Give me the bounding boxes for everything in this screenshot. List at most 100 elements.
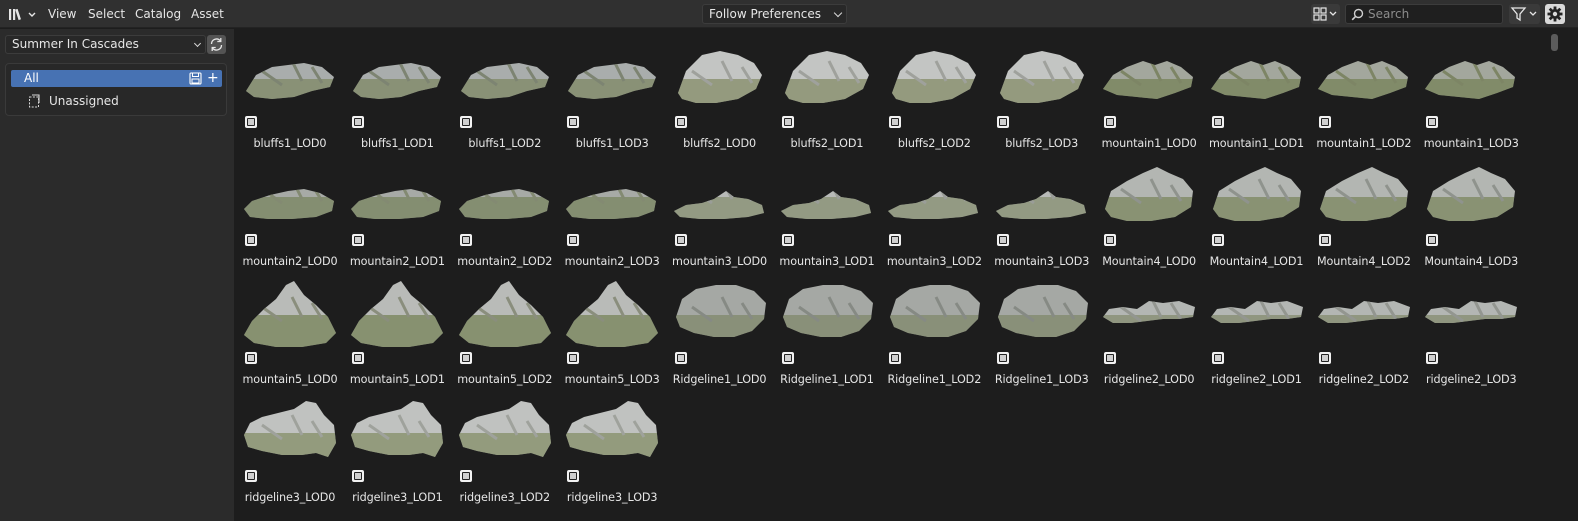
- asset-tile[interactable]: ridgeline2_LOD2: [1314, 271, 1414, 386]
- object-type-icon: [245, 352, 257, 364]
- asset-tile[interactable]: mountain5_LOD1: [347, 271, 447, 386]
- terrain-thumbnail-image: [1319, 167, 1408, 221]
- asset-tile[interactable]: mountain2_LOD0: [240, 153, 340, 268]
- object-type-icon: [352, 470, 365, 482]
- asset-tile[interactable]: mountain5_LOD0: [240, 271, 340, 386]
- asset-thumbnail: [672, 41, 768, 111]
- add-catalog-icon[interactable]: +: [207, 70, 219, 86]
- terrain-thumbnail-image: [244, 401, 336, 457]
- asset-tile[interactable]: Ridgeline1_LOD3: [992, 271, 1092, 386]
- menu-asset[interactable]: Asset: [187, 4, 228, 24]
- asset-tile[interactable]: mountain5_LOD2: [455, 271, 555, 386]
- asset-thumbnail: [349, 277, 445, 347]
- asset-tile[interactable]: ridgeline2_LOD3: [1421, 271, 1521, 386]
- asset-tile[interactable]: bluffs2_LOD0: [670, 35, 770, 150]
- asset-tile[interactable]: Ridgeline1_LOD2: [884, 271, 984, 386]
- vertical-scrollbar[interactable]: [1551, 34, 1558, 51]
- asset-tile[interactable]: mountain1_LOD3: [1421, 35, 1521, 150]
- asset-name: mountain2_LOD1: [349, 255, 445, 268]
- asset-tile[interactable]: Mountain4_LOD1: [1207, 153, 1307, 268]
- editor-type-button[interactable]: [5, 4, 37, 24]
- menu-catalog[interactable]: Catalog: [131, 4, 185, 24]
- funnel-icon: [1510, 7, 1537, 22]
- import-method-label: Follow Preferences: [709, 7, 822, 21]
- terrain-thumbnail-image: [1425, 301, 1518, 323]
- asset-tile[interactable]: mountain1_LOD1: [1207, 35, 1307, 150]
- asset-name: ridgeline3_LOD1: [352, 491, 443, 504]
- import-method-dropdown[interactable]: Follow Preferences: [702, 4, 847, 24]
- terrain-thumbnail-image: [353, 63, 442, 99]
- asset-tile[interactable]: mountain1_LOD0: [1099, 35, 1199, 150]
- asset-tile[interactable]: Ridgeline1_LOD0: [670, 271, 770, 386]
- asset-thumbnail: [349, 395, 445, 465]
- asset-tile[interactable]: mountain2_LOD2: [455, 153, 555, 268]
- asset-tile[interactable]: ridgeline3_LOD1: [347, 389, 447, 504]
- menu-select[interactable]: Select: [84, 4, 129, 24]
- terrain-thumbnail-image: [673, 191, 764, 219]
- object-type-icon: [674, 352, 687, 364]
- asset-tile[interactable]: ridgeline2_LOD1: [1207, 271, 1307, 386]
- asset-thumbnail: [242, 159, 338, 229]
- asset-tile[interactable]: bluffs1_LOD3: [562, 35, 662, 150]
- search-input[interactable]: [1368, 6, 1498, 22]
- catalog-item-label: All: [24, 71, 39, 85]
- asset-tile[interactable]: bluffs2_LOD1: [777, 35, 877, 150]
- object-type-icon: [674, 116, 687, 128]
- filter-button[interactable]: [1509, 4, 1540, 24]
- object-type-icon: [459, 116, 472, 128]
- asset-thumbnail: [1316, 41, 1412, 111]
- asset-tile[interactable]: bluffs1_LOD0: [240, 35, 340, 150]
- object-type-icon: [996, 116, 1009, 128]
- asset-name: mountain3_LOD0: [672, 255, 768, 268]
- terrain-thumbnail-image: [460, 63, 549, 99]
- object-type-icon: [674, 234, 687, 246]
- asset-tile[interactable]: mountain3_LOD3: [992, 153, 1092, 268]
- terrain-thumbnail-image: [1425, 61, 1516, 99]
- object-type-icon: [889, 352, 902, 364]
- asset-tile[interactable]: mountain2_LOD3: [562, 153, 662, 268]
- catalog-item-all[interactable]: All +: [11, 70, 222, 87]
- asset-tile[interactable]: Mountain4_LOD0: [1099, 153, 1199, 268]
- terrain-thumbnail-image: [351, 281, 444, 347]
- terrain-thumbnail-image: [244, 281, 336, 347]
- asset-thumbnail: [457, 159, 553, 229]
- terrain-thumbnail-image: [351, 401, 444, 457]
- asset-tile[interactable]: Mountain4_LOD2: [1314, 153, 1414, 268]
- asset-tile[interactable]: mountain3_LOD2: [884, 153, 984, 268]
- asset-tile[interactable]: ridgeline3_LOD3: [562, 389, 662, 504]
- asset-thumbnail: [779, 41, 875, 111]
- asset-library-dropdown[interactable]: Summer In Cascades: [5, 35, 206, 54]
- search-icon: [1351, 8, 1364, 21]
- object-type-icon: [889, 116, 902, 128]
- asset-name: Mountain4_LOD3: [1424, 255, 1519, 268]
- asset-tile[interactable]: mountain5_LOD3: [562, 271, 662, 386]
- asset-tile[interactable]: ridgeline3_LOD2: [455, 389, 555, 504]
- asset-tile[interactable]: mountain3_LOD0: [670, 153, 770, 268]
- asset-tile[interactable]: ridgeline3_LOD0: [240, 389, 340, 504]
- refresh-library-button[interactable]: [207, 35, 226, 54]
- asset-name: bluffs2_LOD1: [790, 137, 864, 150]
- asset-name: mountain5_LOD3: [564, 373, 660, 386]
- settings-button[interactable]: [1545, 4, 1565, 24]
- asset-thumbnail: [886, 159, 982, 229]
- menu-view[interactable]: View: [44, 4, 80, 24]
- catalog-item-unassigned[interactable]: Unassigned: [11, 92, 222, 110]
- terrain-thumbnail-image: [458, 189, 549, 219]
- asset-tile[interactable]: ridgeline2_LOD0: [1099, 271, 1199, 386]
- asset-tile[interactable]: mountain1_LOD2: [1314, 35, 1414, 150]
- asset-tile[interactable]: bluffs1_LOD1: [347, 35, 447, 150]
- save-icon[interactable]: [189, 72, 202, 85]
- asset-name: mountain3_LOD3: [994, 255, 1090, 268]
- asset-tile[interactable]: Ridgeline1_LOD1: [777, 271, 877, 386]
- display-mode-button[interactable]: [1311, 4, 1340, 24]
- asset-tile[interactable]: Mountain4_LOD3: [1421, 153, 1521, 268]
- asset-tile[interactable]: bluffs2_LOD2: [884, 35, 984, 150]
- asset-tile[interactable]: mountain3_LOD1: [777, 153, 877, 268]
- object-type-icon: [1211, 116, 1224, 128]
- asset-tile[interactable]: bluffs1_LOD2: [455, 35, 555, 150]
- search-box[interactable]: [1345, 4, 1503, 24]
- asset-tile[interactable]: mountain2_LOD1: [347, 153, 447, 268]
- asset-name: mountain1_LOD1: [1208, 137, 1305, 150]
- asset-browser-icon: [9, 8, 36, 21]
- asset-tile[interactable]: bluffs2_LOD3: [992, 35, 1092, 150]
